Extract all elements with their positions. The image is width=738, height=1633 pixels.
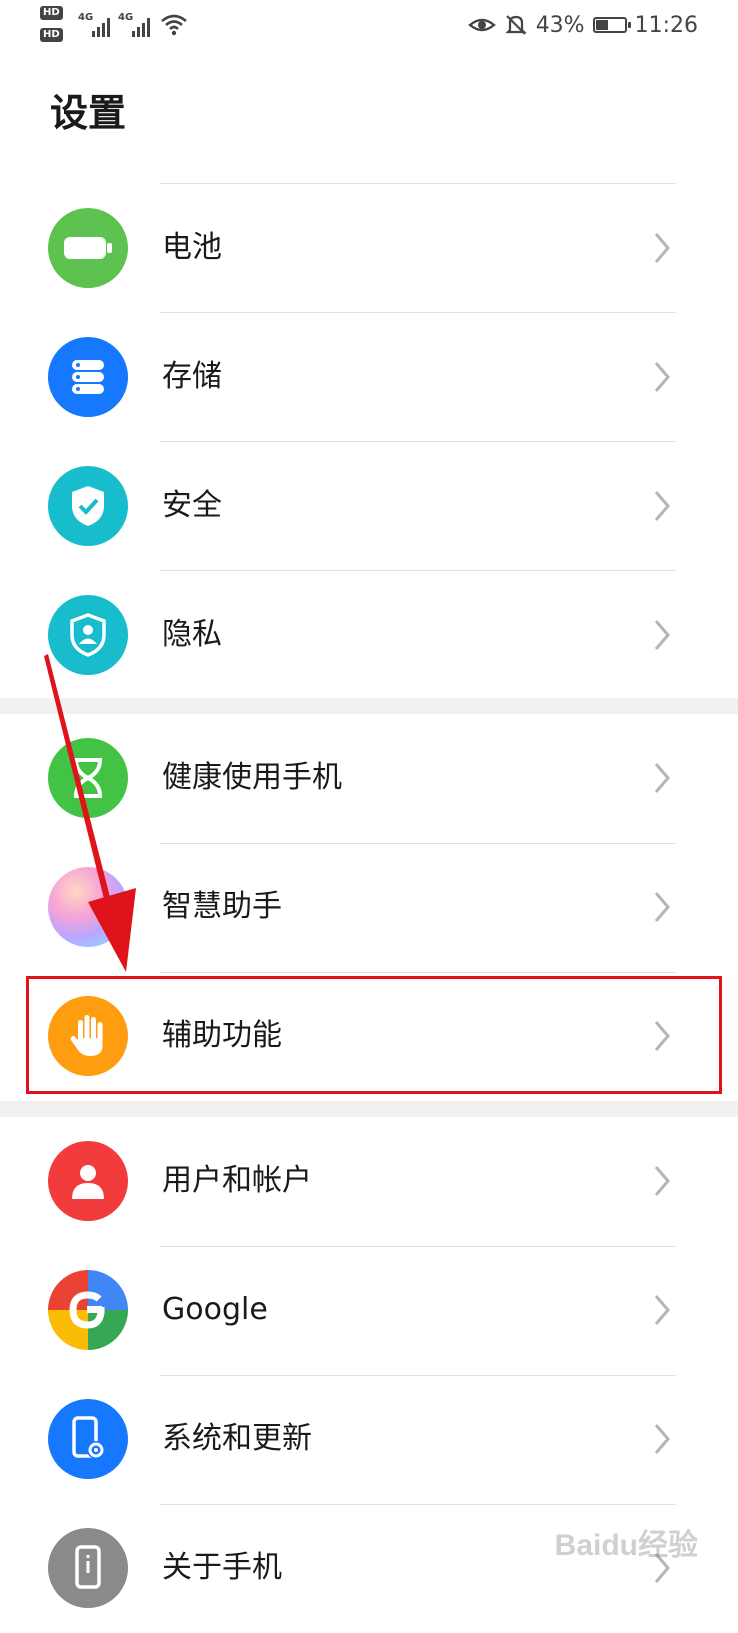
settings-item-security[interactable]: 安全	[0, 442, 738, 571]
google-icon	[48, 1270, 128, 1350]
chevron-right-icon	[654, 1295, 670, 1325]
settings-item-label: 隐私	[162, 617, 222, 652]
settings-item-label: 电池	[162, 230, 222, 265]
settings-item-label: 安全	[162, 488, 222, 523]
settings-item-system-updates[interactable]: 系统和更新	[0, 1375, 738, 1504]
settings-item-label: 智慧助手	[162, 889, 282, 924]
page-title: 设置	[50, 91, 127, 135]
settings-item-label: 健康使用手机	[162, 760, 342, 795]
chevron-right-icon	[654, 233, 670, 263]
battery-percent: 43%	[535, 12, 585, 38]
settings-item-google[interactable]: Google	[0, 1246, 738, 1375]
chevron-right-icon	[654, 892, 670, 922]
storage-icon	[48, 337, 128, 417]
user-icon	[48, 1141, 128, 1221]
status-right: 43% 11:26	[467, 10, 698, 40]
wifi-icon	[161, 14, 187, 36]
settings-item-digital-balance[interactable]: 健康使用手机	[0, 714, 738, 843]
battery-level-fill	[595, 20, 609, 30]
phone-info-icon	[48, 1528, 128, 1608]
network-type-2: 4G	[118, 12, 134, 23]
privacy-icon	[48, 595, 128, 675]
clock: 11:26	[634, 12, 698, 38]
battery-icon	[592, 17, 631, 33]
section-gap	[0, 1101, 738, 1117]
signal-icon-2	[132, 18, 150, 37]
settings-item-battery[interactable]: 电池	[0, 184, 738, 313]
signal-icon	[92, 18, 110, 37]
eye-comfort-icon	[467, 18, 496, 32]
annotation-highlight-box	[26, 976, 722, 1094]
bell-off-icon	[505, 15, 527, 35]
chevron-right-icon	[654, 763, 670, 793]
settings-item-label: Google	[162, 1292, 268, 1327]
settings-item-privacy[interactable]: 隐私	[0, 571, 738, 700]
hd1-badge: HD	[40, 6, 63, 20]
smart-assistant-icon	[48, 867, 128, 947]
battery-icon	[48, 208, 128, 288]
settings-item-storage[interactable]: 存储	[0, 313, 738, 442]
chevron-right-icon	[654, 362, 670, 392]
section-gap	[0, 698, 738, 714]
phone-settings-icon	[48, 1399, 128, 1479]
settings-item-label: 存储	[162, 359, 222, 394]
shield-check-icon	[48, 466, 128, 546]
settings-item-label: 系统和更新	[162, 1421, 312, 1456]
chevron-right-icon	[654, 620, 670, 650]
status-bar: HD HD 4G 4G 43% 11:26	[0, 0, 738, 56]
network-type-1: 4G	[78, 12, 94, 23]
chevron-right-icon	[654, 1424, 670, 1454]
settings-item-users-accounts[interactable]: 用户和帐户	[0, 1117, 738, 1246]
settings-item-label: 关于手机	[162, 1550, 282, 1585]
settings-item-label: 用户和帐户	[162, 1163, 312, 1198]
chevron-right-icon	[654, 491, 670, 521]
hourglass-icon	[48, 738, 128, 818]
watermark: Baidu经验	[554, 1529, 698, 1562]
settings-item-smart-assistant[interactable]: 智慧助手	[0, 843, 738, 972]
chevron-right-icon	[654, 1166, 670, 1196]
hd2-badge: HD	[40, 28, 63, 42]
